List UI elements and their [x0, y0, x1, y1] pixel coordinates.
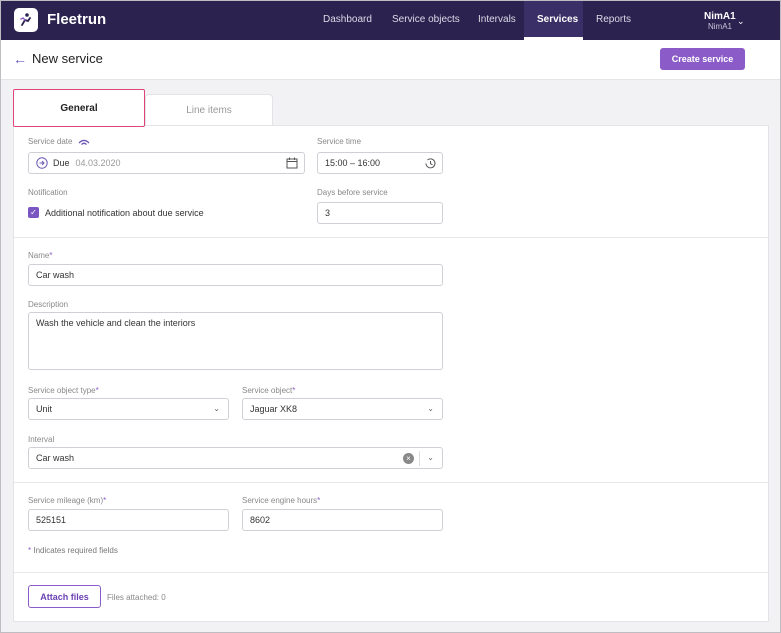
fleetrun-logo-icon[interactable]: [14, 8, 38, 32]
notification-label: Notification: [28, 188, 68, 197]
user-name[interactable]: NimA1: [704, 11, 736, 22]
service-date-value: 04.03.2020: [75, 158, 121, 168]
chevron-down-icon: ⌄: [213, 404, 220, 413]
page-header: ← New service Create service: [1, 40, 780, 80]
create-service-button[interactable]: Create service: [660, 48, 745, 70]
user-subname: NimA1: [708, 22, 733, 31]
due-arrow-icon[interactable]: [36, 157, 48, 169]
service-date-field[interactable]: Due 04.03.2020: [28, 152, 305, 174]
mileage-value: 525151: [36, 515, 67, 525]
object-type-value: Unit: [36, 404, 53, 414]
nav-reports[interactable]: Reports: [596, 14, 631, 25]
object-type-label: Service object type*: [28, 386, 99, 395]
description-value: Wash the vehicle and clean the interiors: [36, 318, 196, 328]
engine-hours-label: Service engine hours*: [242, 496, 321, 505]
name-value: Car wash: [36, 270, 75, 280]
notification-checkbox[interactable]: ✓: [28, 207, 39, 218]
required-fields-note: * Indicates required fields: [28, 546, 118, 555]
attach-files-button[interactable]: Attach files: [28, 585, 101, 608]
calendar-icon[interactable]: [286, 157, 298, 169]
object-select[interactable]: Jaguar XK8 ⌄: [242, 398, 443, 420]
notification-checkbox-label[interactable]: Additional notification about due servic…: [45, 208, 204, 218]
clear-icon[interactable]: ×: [403, 453, 414, 464]
interval-select[interactable]: Car wash × ⌄: [28, 447, 443, 469]
select-separator: [419, 451, 420, 466]
back-arrow-icon[interactable]: ←: [13, 51, 27, 67]
object-type-select[interactable]: Unit ⌄: [28, 398, 229, 420]
description-label: Description: [28, 300, 69, 309]
nav-intervals[interactable]: Intervals: [478, 14, 516, 25]
mileage-input[interactable]: 525151: [28, 509, 229, 531]
service-form-card: Service date Due 04.03.2020 Service time…: [13, 125, 769, 622]
mileage-label: Service mileage (km)*: [28, 496, 107, 505]
name-label: Name*: [28, 251, 53, 260]
days-before-input[interactable]: 3: [317, 202, 443, 224]
description-textarea[interactable]: Wash the vehicle and clean the interiors: [28, 312, 443, 370]
top-nav-bar: Fleetrun Dashboard Service objects Inter…: [1, 1, 780, 40]
name-input[interactable]: Car wash: [28, 264, 443, 286]
service-time-field[interactable]: 15:00 – 16:00: [317, 152, 443, 174]
page-title: New service: [32, 51, 103, 66]
days-before-value: 3: [325, 208, 331, 218]
service-time-label: Service time: [317, 137, 362, 146]
interval-label: Interval: [28, 435, 55, 444]
engine-hours-value: 8602: [250, 515, 271, 525]
days-before-label: Days before service: [317, 188, 388, 197]
object-label: Service object*: [242, 386, 296, 395]
nav-service-objects[interactable]: Service objects: [392, 14, 460, 25]
signal-icon: [78, 139, 90, 145]
service-date-mode: Due: [53, 158, 70, 168]
user-menu-chevron-icon[interactable]: ⌄: [737, 16, 745, 27]
files-attached-status: Files attached: 0: [107, 593, 166, 602]
section-divider: [14, 572, 768, 573]
nav-services[interactable]: Services: [537, 14, 578, 25]
chevron-down-icon[interactable]: ⌄: [427, 453, 434, 462]
app-name: Fleetrun: [47, 11, 107, 28]
engine-hours-input[interactable]: 8602: [242, 509, 443, 531]
tab-general[interactable]: General: [13, 89, 145, 127]
section-divider: [14, 237, 768, 238]
nav-dashboard[interactable]: Dashboard: [323, 14, 372, 25]
service-date-label: Service date: [28, 137, 90, 146]
object-value: Jaguar XK8: [250, 404, 298, 414]
chevron-down-icon: ⌄: [427, 404, 434, 413]
clock-history-icon[interactable]: [424, 157, 437, 170]
service-time-value: 15:00 – 16:00: [325, 158, 381, 168]
section-divider: [14, 482, 768, 483]
interval-value: Car wash: [36, 453, 75, 463]
tab-line-items[interactable]: Line items: [145, 94, 273, 126]
